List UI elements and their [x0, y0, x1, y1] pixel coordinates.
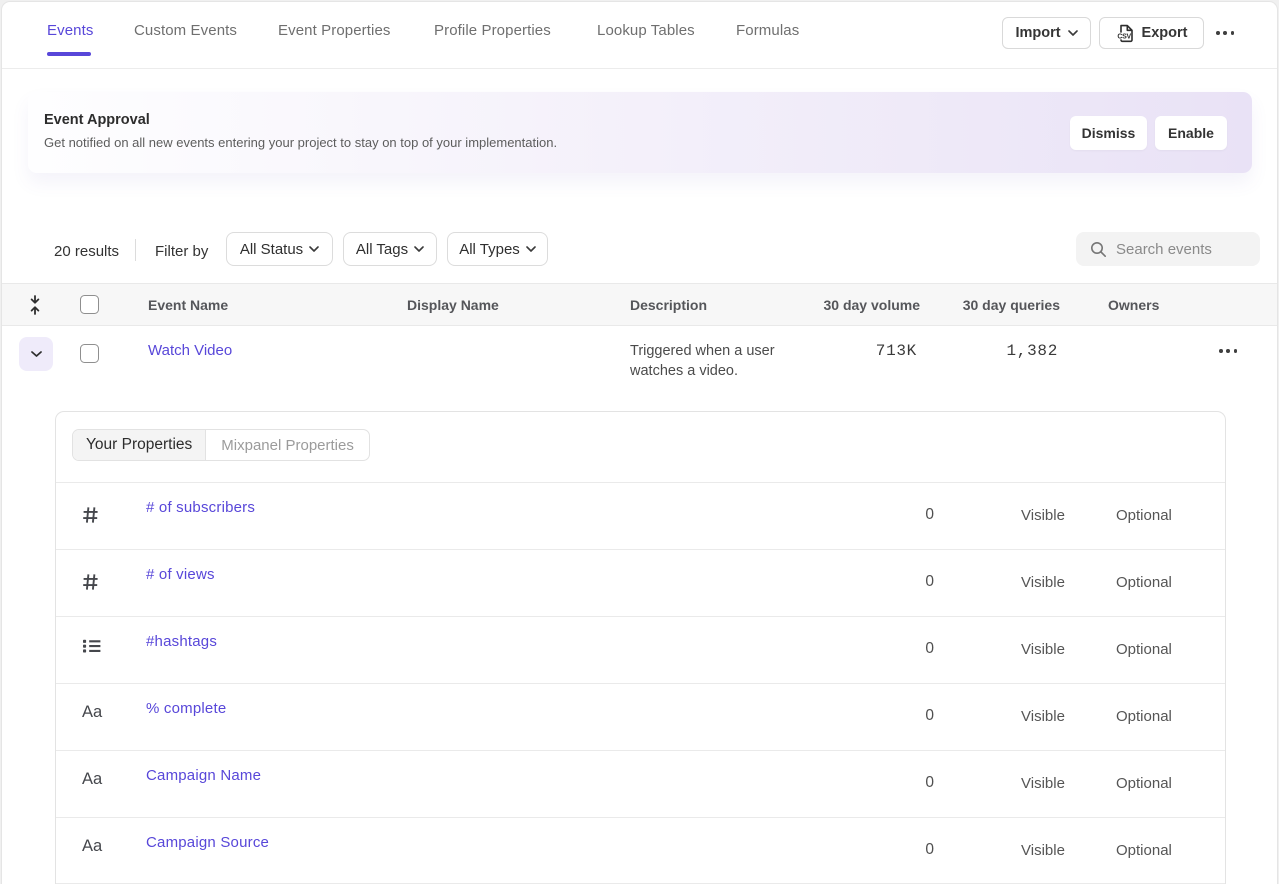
svg-text:CSV: CSV — [1117, 34, 1131, 41]
